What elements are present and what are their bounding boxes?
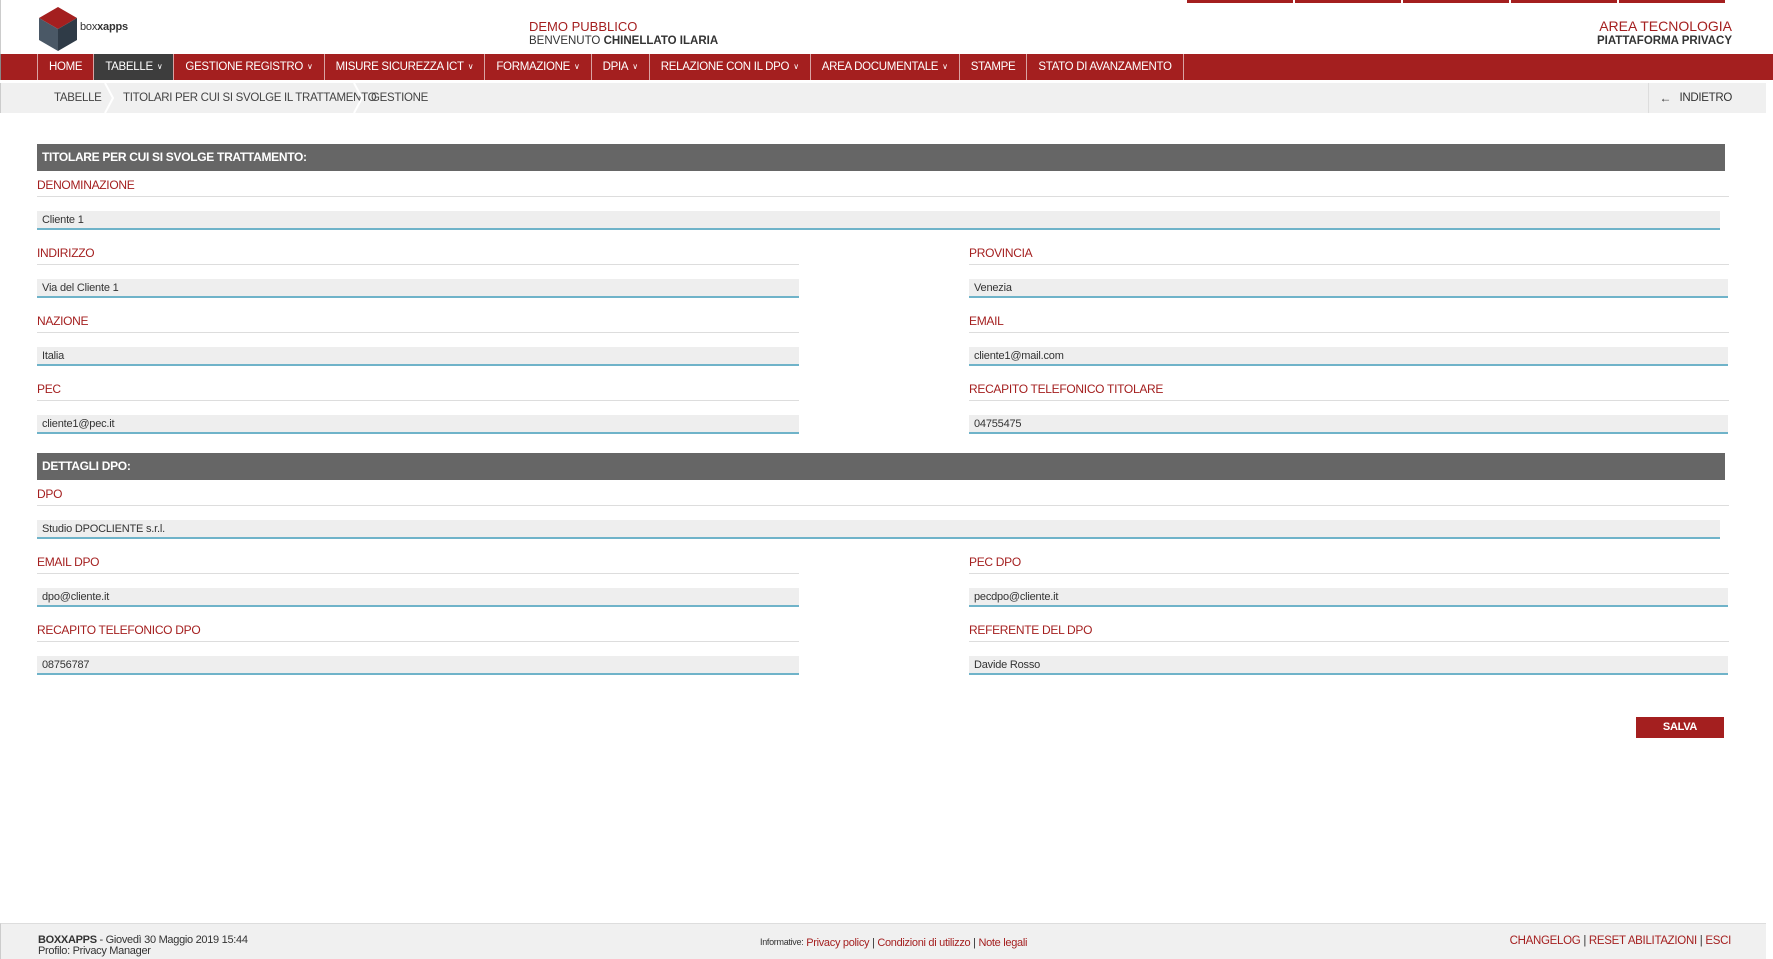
nazione-label: NAZIONE (37, 314, 799, 333)
logo-text: boxxapps (80, 21, 128, 33)
recapito-dpo-label: RECAPITO TELEFONICO DPO (37, 623, 799, 642)
pec-field[interactable] (37, 415, 799, 434)
chevron-down-icon: ∨ (942, 62, 948, 71)
nav-relazione-dpo[interactable]: RELAZIONE CON IL DPO ∨ (650, 54, 811, 80)
denominazione-label: DENOMINAZIONE (37, 178, 1729, 197)
footer-profile: Profilo: Privacy Manager (38, 945, 151, 957)
link-separator: | (1580, 935, 1589, 947)
chevron-down-icon: ∨ (574, 62, 580, 71)
recapito-titolare-label: RECAPITO TELEFONICO TITOLARE (969, 382, 1729, 401)
welcome-text: BENVENUTO CHINELLATO ILARIA (529, 35, 719, 47)
breadcrumb: TABELLE TITOLARI PER CUI SI SVOLGE IL TR… (0, 82, 1766, 114)
email-label: EMAIL (969, 314, 1729, 333)
nav-tabelle[interactable]: TABELLE ∨ (94, 54, 175, 80)
chevron-down-icon: ∨ (632, 62, 638, 71)
back-label: INDIETRO (1679, 92, 1732, 104)
header-user-info: DEMO PUBBLICO BENVENUTO CHINELLATO ILARI… (529, 19, 718, 49)
footer-actions: CHANGELOG | RESET ABILITAZIONI | ESCI (1510, 935, 1732, 947)
email-field[interactable] (969, 347, 1728, 366)
section-titolare-header: TITOLARE PER CUI SI SVOLGE TRATTAMENTO: (37, 144, 1725, 171)
header-area-info: AREA TECNOLOGIA PIATTAFORMA PRIVACY (1597, 19, 1732, 49)
area-title: AREA TECNOLOGIA (1599, 18, 1732, 34)
dpo-label: DPO (37, 487, 1729, 506)
nav-dpia[interactable]: DPIA ∨ (592, 54, 650, 80)
main-nav: HOME TABELLE ∨ GESTIONE REGISTRO ∨ MISURE … (0, 54, 1766, 80)
breadcrumb-tabelle[interactable]: TABELLE (54, 83, 102, 113)
chevron-down-icon: ∨ (467, 62, 474, 71)
breadcrumb-separator-icon (353, 82, 364, 114)
boxxapps-logo-icon[interactable] (37, 5, 79, 52)
logout-link[interactable]: ESCI (1705, 935, 1731, 947)
nazione-field[interactable] (37, 347, 799, 366)
page-header: boxxapps DEMO PUBBLICO BENVENUTO CHINELL… (0, 0, 1773, 54)
provincia-label: PROVINCIA (969, 246, 1729, 265)
platform-title: PIATTAFORMA PRIVACY (1596, 35, 1732, 47)
section-dpo-header: DETTAGLI DPO: (37, 453, 1725, 480)
page-footer: BOXXAPPS - Giovedì 30 Maggio 2019 15:44 … (0, 923, 1766, 959)
pec-dpo-field[interactable] (969, 588, 1728, 607)
chevron-down-icon: ∨ (156, 62, 163, 71)
conditions-link[interactable]: Condizioni di utilizzo (877, 937, 970, 949)
footer-links: Informative: Privacy policy | Condizioni… (760, 937, 1027, 949)
dpo-field[interactable] (37, 520, 1720, 539)
legal-notes-link[interactable]: Note legali (978, 937, 1027, 949)
email-dpo-field[interactable] (37, 588, 799, 607)
provincia-field[interactable] (969, 279, 1728, 298)
referente-dpo-label: REFERENTE DEL DPO (969, 623, 1729, 642)
pec-dpo-label: PEC DPO (969, 555, 1729, 574)
indirizzo-label: INDIRIZZO (37, 246, 799, 265)
nav-gestione-registro[interactable]: GESTIONE REGISTRO ∨ (174, 54, 325, 80)
nav-stampe[interactable]: STAMPE (960, 54, 1028, 80)
denominazione-field[interactable] (37, 211, 1720, 230)
privacy-policy-link[interactable]: Privacy policy (806, 937, 869, 949)
breadcrumb-separator-icon (104, 82, 115, 114)
reset-abilitazioni-link[interactable]: RESET ABILITAZIONI (1589, 935, 1697, 947)
informative-label: Informative: (760, 937, 804, 947)
recapito-dpo-field[interactable] (37, 656, 799, 675)
arrow-left-icon: ← (1659, 91, 1672, 105)
demo-label: DEMO PUBBLICO (529, 19, 638, 34)
breadcrumb-titolari[interactable]: TITOLARI PER CUI SI SVOLGE IL TRATTAMENT… (123, 83, 377, 113)
pec-label: PEC (37, 382, 799, 401)
changelog-link[interactable]: CHANGELOG (1510, 935, 1581, 947)
scrollbar-thumb[interactable] (1766, 54, 1773, 80)
nav-area-documentale[interactable]: AREA DOCUMENTALE ∨ (811, 54, 960, 80)
nav-home[interactable]: HOME (38, 54, 95, 80)
breadcrumb-gestione: GESTIONE (371, 92, 429, 104)
nav-misure-sicurezza[interactable]: MISURE SICUREZZA ICT ∨ (325, 54, 486, 80)
indirizzo-field[interactable] (37, 279, 799, 298)
nav-formazione[interactable]: FORMAZIONE ∨ (485, 54, 592, 80)
footer-info: BOXXAPPS - Giovedì 30 Maggio 2019 15:44 … (38, 935, 248, 957)
save-button[interactable]: SALVA (1636, 717, 1724, 738)
email-dpo-label: EMAIL DPO (37, 555, 799, 574)
back-button[interactable]: ← INDIETRO (1648, 83, 1732, 113)
recapito-titolare-field[interactable] (969, 415, 1728, 434)
referente-dpo-field[interactable] (969, 656, 1728, 675)
chevron-down-icon: ∨ (793, 62, 799, 71)
chevron-down-icon: ∨ (307, 62, 313, 71)
nav-stato-avanzamento[interactable]: STATO DI AVANZAMENTO (1027, 54, 1184, 80)
